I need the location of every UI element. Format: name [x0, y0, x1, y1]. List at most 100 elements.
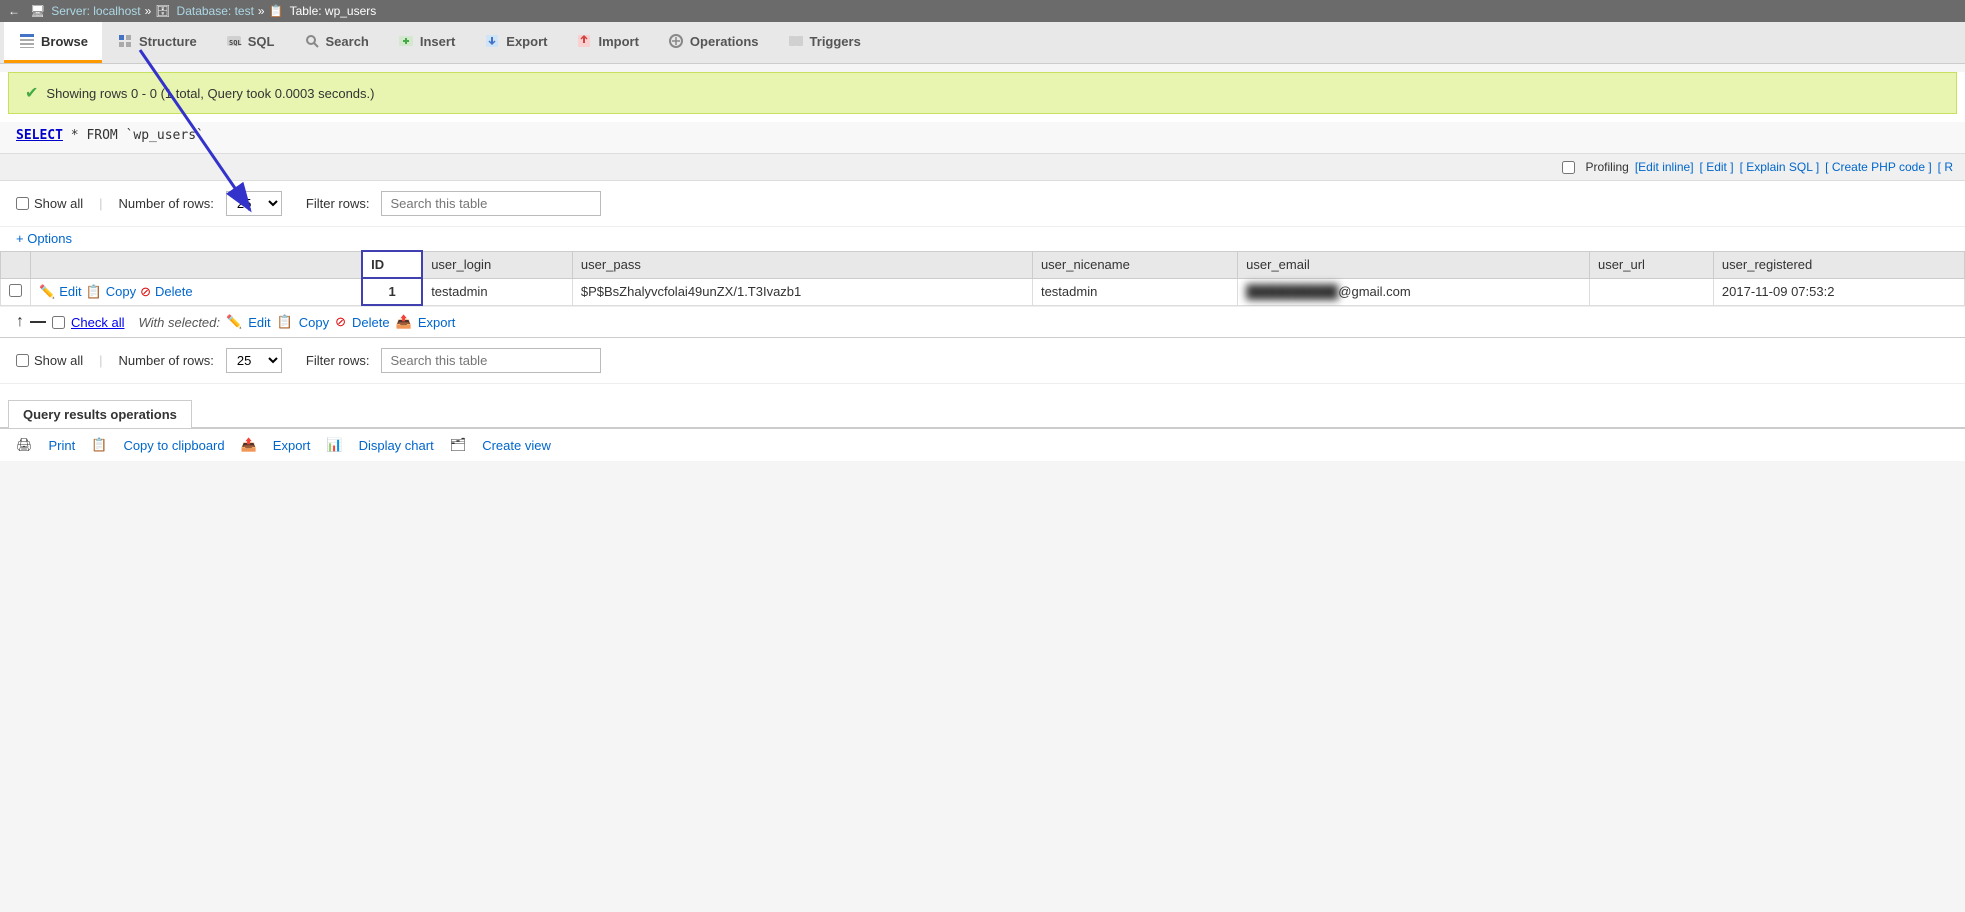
export-selected-btn[interactable]: Export: [418, 315, 456, 330]
up-arrow-icon: ↑: [16, 313, 24, 331]
filter-input-bottom[interactable]: [381, 348, 601, 373]
show-all-label[interactable]: Show all: [16, 196, 83, 211]
tab-triggers[interactable]: Triggers: [773, 22, 875, 63]
title-bar: ← 🖥 Server: localhost » 🗄 Database: test…: [0, 0, 1965, 22]
insert-icon: [397, 32, 415, 50]
dash-icon: [30, 321, 46, 323]
tab-export[interactable]: Export: [469, 22, 561, 63]
tab-triggers-label: Triggers: [810, 34, 861, 49]
export-qr-icon: 📤: [241, 437, 257, 453]
check-all-link[interactable]: Check all: [71, 315, 124, 330]
delete-selected-icon: ⊘: [335, 314, 346, 330]
display-chart-icon: 📊: [326, 437, 342, 453]
refresh-link[interactable]: [ R: [1938, 160, 1953, 174]
options-link[interactable]: + Options: [0, 227, 1965, 250]
tab-sql-label: SQL: [248, 34, 275, 49]
copy-clipboard-btn[interactable]: Copy to clipboard: [123, 438, 224, 453]
create-view-btn[interactable]: Create view: [482, 438, 551, 453]
display-chart-btn[interactable]: Display chart: [359, 438, 434, 453]
server-link[interactable]: Server: localhost: [51, 4, 140, 18]
tab-search[interactable]: Search: [289, 22, 383, 63]
th-user-registered[interactable]: user_registered: [1713, 251, 1964, 278]
row-user-login: testadmin: [422, 278, 572, 305]
export-qr-btn[interactable]: Export: [273, 438, 311, 453]
with-selected-label: With selected:: [138, 315, 220, 330]
copy-selected-btn[interactable]: Copy: [299, 315, 329, 330]
th-user-email[interactable]: user_email: [1238, 251, 1590, 278]
check-all-checkbox[interactable]: [52, 316, 65, 329]
num-rows-select[interactable]: 25 50 100 200: [226, 191, 282, 216]
show-all-text-2: Show all: [34, 353, 83, 368]
row-user-email: ██████████@gmail.com: [1238, 278, 1590, 305]
th-user-pass[interactable]: user_pass: [572, 251, 1032, 278]
divider1: |: [99, 196, 102, 211]
sql-rest: * FROM `wp_users`: [63, 128, 204, 143]
profiling-bar: Profiling [Edit inline] [ Edit ] [ Expla…: [0, 154, 1965, 181]
edit-row-btn[interactable]: Edit: [59, 284, 81, 299]
export-selected-icon: 📤: [396, 314, 412, 330]
controls-row-top: Show all | Number of rows: 25 50 100 200…: [0, 181, 1965, 227]
filter-input-top[interactable]: [381, 191, 601, 216]
table-name: Table: wp_users: [290, 4, 377, 18]
row-user-pass: $P$BsZhalyvcfolai49unZX/1.T3Ivazb1: [572, 278, 1032, 305]
num-rows-select-2[interactable]: 25 50 100 200: [226, 348, 282, 373]
edit-row-icon: ✏️: [39, 284, 55, 300]
back-icon[interactable]: ←: [8, 4, 20, 18]
tab-operations[interactable]: Operations: [653, 22, 773, 63]
delete-row-btn[interactable]: Delete: [155, 284, 193, 299]
delete-row-icon: ⊘: [140, 284, 151, 300]
query-results-tab-wrapper: Query results operations: [0, 400, 1965, 427]
show-all-checkbox-2[interactable]: [16, 354, 29, 367]
tab-import[interactable]: Import: [561, 22, 652, 63]
print-btn[interactable]: Print: [49, 438, 76, 453]
operations-icon: [667, 32, 685, 50]
nav-tabs: Browse Structure SQL SQL Search Insert E…: [0, 22, 1965, 64]
tab-sql[interactable]: SQL SQL: [211, 22, 289, 63]
row-actions-cell: ✏️ Edit 📋 Copy ⊘ Delete: [31, 278, 363, 305]
copy-row-icon: 📋: [86, 284, 102, 300]
tab-structure-label: Structure: [139, 34, 197, 49]
tab-structure[interactable]: Structure: [102, 22, 211, 63]
th-user-url[interactable]: user_url: [1589, 251, 1713, 278]
tab-operations-label: Operations: [690, 34, 759, 49]
edit-selected-icon: ✏️: [226, 314, 242, 330]
success-banner: ✔ Showing rows 0 - 0 (1 total, Query too…: [8, 72, 1957, 114]
query-results-tab[interactable]: Query results operations: [8, 400, 192, 428]
profiling-label: Profiling: [1585, 160, 1628, 174]
th-user-login[interactable]: user_login: [422, 251, 572, 278]
sql-keyword: SELECT: [16, 128, 63, 143]
th-id[interactable]: ID: [362, 251, 422, 278]
tab-browse[interactable]: Browse: [4, 22, 102, 63]
row-checkbox[interactable]: [9, 284, 22, 297]
edit-inline-link[interactable]: [Edit inline]: [1635, 160, 1694, 174]
breadcrumb-sep1: »: [145, 4, 152, 18]
database-link[interactable]: Database: test: [177, 4, 254, 18]
num-rows-label: Number of rows:: [119, 196, 214, 211]
explain-sql-link[interactable]: [ Explain SQL ]: [1740, 160, 1820, 174]
table-icon: 📋: [269, 4, 284, 18]
row-user-url: [1589, 278, 1713, 305]
breadcrumb-sep2: »: [258, 4, 265, 18]
success-icon: ✔: [25, 83, 38, 103]
copy-selected-icon: 📋: [277, 314, 293, 330]
show-all-label-2[interactable]: Show all: [16, 353, 83, 368]
tab-insert[interactable]: Insert: [383, 22, 469, 63]
profiling-checkbox[interactable]: [1562, 161, 1575, 174]
tab-export-label: Export: [506, 34, 547, 49]
tab-browse-label: Browse: [41, 34, 88, 49]
th-user-nicename[interactable]: user_nicename: [1032, 251, 1237, 278]
create-php-link[interactable]: [ Create PHP code ]: [1825, 160, 1932, 174]
row-id: 1: [362, 278, 422, 305]
delete-selected-btn[interactable]: Delete: [352, 315, 390, 330]
email-domain: @gmail.com: [1338, 284, 1410, 299]
edit-link[interactable]: [ Edit ]: [1700, 160, 1734, 174]
show-all-checkbox[interactable]: [16, 197, 29, 210]
svg-text:SQL: SQL: [229, 39, 242, 47]
th-checkbox: [1, 251, 31, 278]
export-icon: [483, 32, 501, 50]
edit-selected-btn[interactable]: Edit: [248, 315, 270, 330]
num-rows-label-2: Number of rows:: [119, 353, 214, 368]
tab-insert-label: Insert: [420, 34, 455, 49]
query-results-actions: 🖨 Print 📋 Copy to clipboard 📤 Export 📊 D…: [0, 428, 1965, 461]
copy-row-btn[interactable]: Copy: [106, 284, 136, 299]
